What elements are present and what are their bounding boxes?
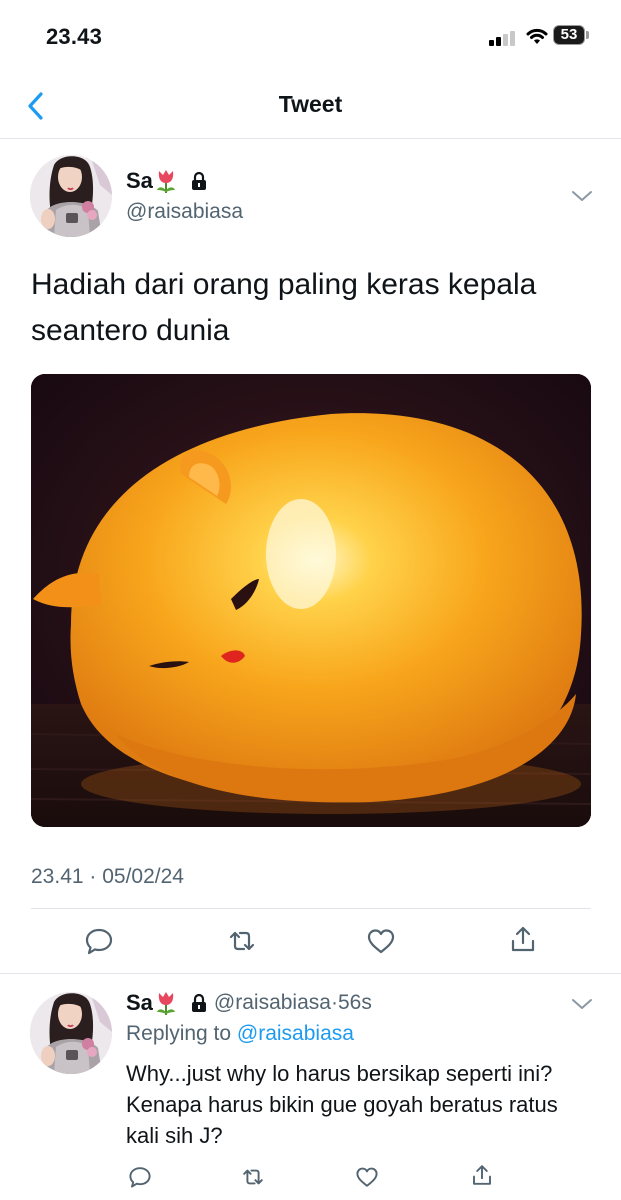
share-icon[interactable] (508, 924, 538, 954)
author-handle[interactable]: @raisabiasa (126, 200, 243, 224)
reply-avatar[interactable] (30, 992, 112, 1074)
divider (31, 908, 591, 909)
status-time: 23.43 (46, 24, 103, 49)
reply-meta-row: Sa @raisabiasa · 56s (126, 990, 372, 1016)
chevron-down-icon[interactable] (571, 189, 593, 203)
author-name-row[interactable]: Sa (126, 168, 208, 194)
battery-icon: 53 (553, 25, 593, 47)
reply-icon[interactable] (128, 1165, 152, 1189)
retweet-icon[interactable] (241, 1165, 265, 1189)
page-title: Tweet (278, 91, 343, 117)
status-bar: 23.43 53 (0, 0, 621, 76)
cat-lamp-image (31, 374, 591, 827)
nav-header: Tweet (0, 76, 621, 139)
like-icon[interactable] (355, 1165, 379, 1189)
reply-author-name[interactable]: Sa (126, 990, 153, 1016)
chevron-down-icon[interactable] (571, 997, 593, 1011)
share-icon[interactable] (470, 1163, 494, 1187)
like-icon[interactable] (366, 926, 396, 956)
lock-icon (191, 171, 206, 190)
tulip-icon (156, 992, 175, 1015)
wifi-icon (526, 28, 548, 44)
tweet-text: Hadiah dari orang paling keras kepala se… (31, 268, 537, 347)
battery-level: 53 (560, 26, 578, 43)
section-divider (0, 973, 621, 974)
tweet-timestamp: 23.41 · 05/02/24 (31, 865, 184, 888)
replying-to-link[interactable]: @raisabiasa (237, 1022, 354, 1045)
avatar[interactable] (30, 155, 112, 237)
cellular-signal-icon (489, 30, 519, 46)
tulip-icon (156, 170, 175, 193)
reply-text: Why...just why lo harus bersikap seperti… (126, 1061, 558, 1148)
reply-icon[interactable] (84, 926, 114, 956)
separator-dot: · (330, 991, 338, 1014)
replying-prefix: Replying to (126, 1022, 232, 1045)
replying-to: Replying to @raisabiasa (126, 1022, 354, 1046)
reply-handle[interactable]: @raisabiasa (214, 991, 331, 1015)
reply-age: 56s (337, 991, 372, 1014)
lock-icon (191, 993, 206, 1012)
retweet-icon[interactable] (227, 926, 257, 956)
author-name[interactable]: Sa (126, 168, 153, 194)
tweet-media[interactable] (31, 374, 591, 827)
